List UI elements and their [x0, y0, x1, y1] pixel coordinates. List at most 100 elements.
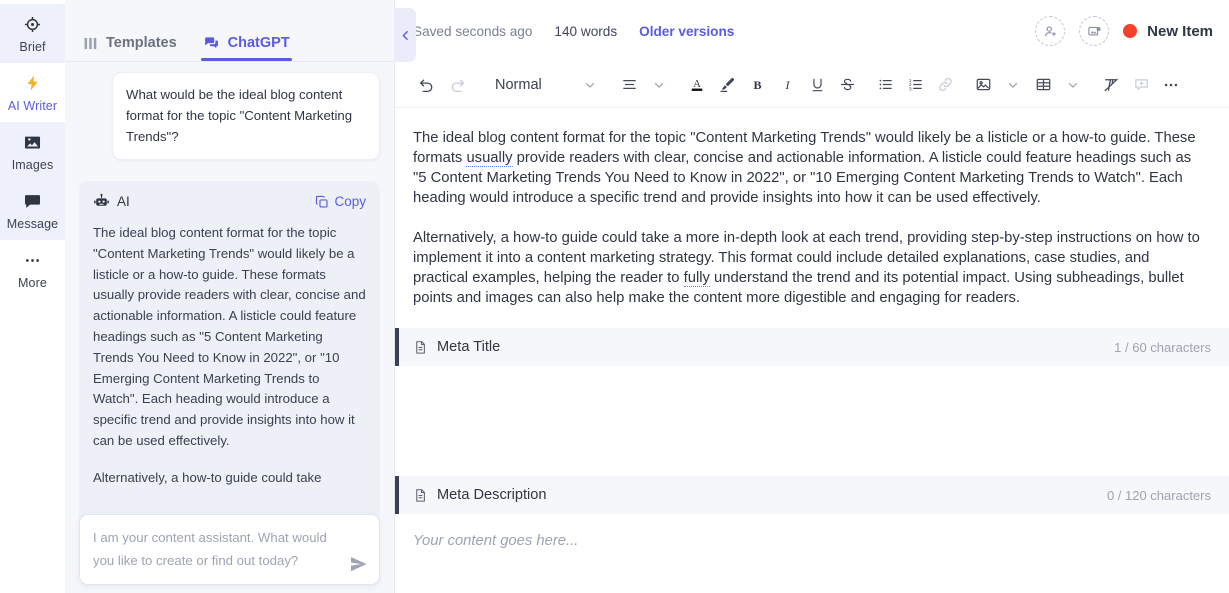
collapse-panel-button[interactable] — [394, 8, 416, 62]
copy-button[interactable]: Copy — [315, 194, 366, 209]
ai-paragraph-1: The ideal blog content format for the to… — [93, 225, 366, 448]
image-button[interactable] — [969, 70, 997, 100]
ai-paragraph-2: Alternatively, a how-to guide could take — [93, 469, 322, 485]
text-style-dropdown[interactable]: Normal — [483, 77, 603, 93]
chevron-down-icon — [1066, 78, 1080, 92]
meta-description-header: Meta Description 0 / 120 characters — [395, 476, 1229, 514]
copy-label: Copy — [334, 194, 366, 209]
paragraph-1-text-b: provide readers with clear, concise and … — [413, 150, 1192, 206]
meta-title-counter: 1 / 60 characters — [1114, 339, 1211, 355]
undo-button[interactable] — [413, 70, 441, 100]
ellipsis-icon — [23, 250, 43, 270]
chevron-down-icon — [583, 78, 597, 92]
lightning-bolt-icon — [23, 73, 43, 93]
image-icon — [23, 132, 43, 152]
chat-input-placeholder: I am your content assistant. What would … — [93, 530, 327, 568]
text-style-value: Normal — [495, 76, 542, 93]
editor-toolbar: Normal A B I 1 2 3 — [395, 62, 1229, 108]
grid-icon — [83, 36, 98, 51]
add-collaborator-button[interactable] — [1035, 16, 1066, 46]
svg-text:A: A — [693, 79, 701, 90]
ai-message-text: The ideal blog content format for the to… — [93, 223, 366, 489]
send-icon[interactable] — [349, 555, 368, 574]
document-icon — [413, 340, 428, 355]
rail-label-more: More — [18, 276, 47, 290]
new-item-button[interactable]: New Item — [1123, 23, 1213, 40]
svg-text:B: B — [753, 78, 761, 92]
table-dropdown-button[interactable] — [1059, 70, 1087, 100]
align-dropdown-button[interactable] — [645, 70, 673, 100]
robot-icon — [93, 193, 110, 210]
document-body[interactable]: The ideal blog content format for the to… — [395, 108, 1229, 593]
image-plus-icon — [1087, 24, 1102, 39]
meta-title-header: Meta Title 1 / 60 characters — [395, 328, 1229, 366]
clear-format-button[interactable] — [1097, 70, 1125, 100]
tab-chatgpt[interactable]: ChatGPT — [200, 35, 292, 61]
strikethrough-button[interactable] — [833, 70, 861, 100]
status-dot — [1123, 24, 1138, 38]
chat-composer: I am your content assistant. What would … — [79, 514, 380, 585]
user-message-bubble: What would be the ideal blog content for… — [112, 72, 380, 160]
chat-tab-bar: Templates ChatGPT — [65, 0, 394, 62]
ai-message-bubble: AI Copy The ideal blog content format fo… — [79, 181, 380, 541]
tab-chatgpt-label: ChatGPT — [227, 35, 290, 51]
highlight-button[interactable] — [713, 70, 741, 100]
meta-title-label-group: Meta Title — [413, 339, 500, 355]
target-icon — [23, 14, 43, 34]
meta-description-label: Meta Description — [437, 487, 547, 503]
tab-templates-label: Templates — [106, 35, 177, 51]
rail-label-brief: Brief — [19, 40, 46, 54]
rail-item-more[interactable]: More — [0, 240, 65, 299]
document-paragraph-1: The ideal blog content format for the to… — [395, 128, 1229, 208]
more-options-button[interactable] — [1157, 70, 1185, 100]
redo-button[interactable] — [443, 70, 471, 100]
rail-item-message[interactable]: Message — [0, 181, 65, 240]
spellcheck-word-usually[interactable]: usually — [466, 150, 513, 167]
rail-label-message: Message — [6, 217, 59, 231]
rail-item-images[interactable]: Images — [0, 122, 65, 181]
bullet-list-button[interactable] — [871, 70, 899, 100]
chevron-down-icon — [1006, 78, 1020, 92]
user-message-row: What would be the ideal blog content for… — [65, 72, 394, 160]
italic-button[interactable]: I — [773, 70, 801, 100]
rail-item-ai-writer[interactable]: AI Writer — [0, 63, 65, 122]
rail-item-brief[interactable]: Brief — [0, 4, 65, 63]
copy-icon — [315, 195, 329, 209]
ai-identity: AI — [93, 193, 130, 210]
table-button[interactable] — [1029, 70, 1057, 100]
spellcheck-word-fully[interactable]: fully — [683, 270, 710, 287]
chevron-down-icon — [652, 78, 666, 92]
chat-bubble-icon — [23, 191, 43, 211]
meta-title-label: Meta Title — [437, 339, 501, 355]
meta-title-input[interactable] — [395, 366, 1229, 460]
bold-button[interactable]: B — [743, 70, 771, 100]
underline-button[interactable] — [803, 70, 831, 100]
numbered-list-button[interactable]: 1 2 3 — [901, 70, 929, 100]
saved-status: Saved seconds ago — [413, 23, 533, 39]
meta-description-placeholder: Your content goes here... — [413, 533, 579, 549]
svg-text:I: I — [784, 78, 790, 92]
chat-input-box[interactable]: I am your content assistant. What would … — [79, 514, 380, 585]
link-button[interactable] — [931, 70, 959, 100]
rail-label-images: Images — [11, 158, 54, 172]
tab-templates[interactable]: Templates — [83, 35, 177, 61]
app-root: Brief AI Writer Images Message More Temp… — [0, 0, 1229, 593]
ai-name-label: AI — [117, 194, 130, 209]
editor-status-bar: Saved seconds ago 140 words Older versio… — [395, 0, 1229, 62]
ai-message-header: AI Copy — [93, 193, 366, 210]
align-button[interactable] — [615, 70, 643, 100]
older-versions-link[interactable]: Older versions — [639, 24, 734, 39]
add-image-button[interactable] — [1079, 16, 1110, 46]
document-icon — [413, 488, 428, 503]
comment-button[interactable] — [1127, 70, 1155, 100]
chat-panel: Templates ChatGPT What would be the idea… — [65, 0, 395, 593]
user-plus-icon — [1043, 24, 1058, 39]
meta-description-label-group: Meta Description — [413, 487, 547, 503]
text-color-button[interactable]: A — [683, 70, 711, 100]
image-dropdown-button[interactable] — [999, 70, 1027, 100]
editor-panel: Saved seconds ago 140 words Older versio… — [395, 0, 1229, 593]
rail-label-ai-writer: AI Writer — [7, 99, 58, 113]
meta-description-counter: 0 / 120 characters — [1106, 487, 1211, 503]
meta-description-input[interactable]: Your content goes here... — [395, 514, 1229, 593]
new-item-label: New Item — [1147, 22, 1213, 40]
